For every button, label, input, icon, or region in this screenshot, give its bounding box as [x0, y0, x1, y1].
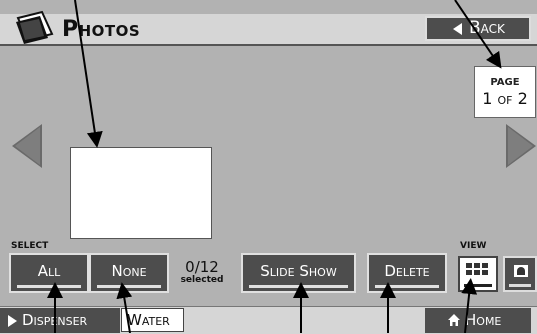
delete-label: Delete: [384, 262, 430, 280]
page-of: OF: [497, 94, 513, 107]
button-underline: [464, 284, 492, 287]
select-none-button[interactable]: None: [89, 253, 169, 293]
select-all-label: All: [37, 262, 61, 280]
slide-show-button[interactable]: Slide Show: [241, 253, 356, 293]
prev-page-arrow-icon[interactable]: [12, 124, 42, 168]
title-bar: Photos Back: [0, 10, 537, 46]
grid-view-button[interactable]: [458, 256, 498, 292]
bottom-bar: Dispenser Water Home: [0, 306, 537, 334]
home-button[interactable]: Home: [425, 308, 531, 333]
page-indicator-label: PAGE: [490, 77, 520, 88]
photos-icon: [16, 10, 54, 44]
water-label: Water: [127, 311, 170, 329]
page-indicator: PAGE 1 OF 2: [474, 66, 536, 118]
back-button-label: Back: [469, 18, 505, 38]
dispenser-button[interactable]: Dispenser: [0, 308, 120, 333]
play-triangle-icon: [8, 315, 17, 327]
select-section-label: SELECT: [11, 241, 49, 251]
single-view-button[interactable]: [503, 256, 537, 292]
view-section-label: VIEW: [460, 241, 487, 251]
page-total: 2: [517, 89, 528, 108]
selected-count-caption: selected: [180, 275, 224, 285]
page-count: 1 OF 2: [475, 89, 535, 108]
single-photo-view-icon: [514, 265, 528, 277]
back-button[interactable]: Back: [425, 16, 531, 41]
home-icon: [448, 314, 460, 326]
next-page-arrow-icon[interactable]: [506, 124, 536, 168]
button-underline: [249, 285, 348, 288]
home-label: Home: [465, 311, 502, 329]
page-current: 1: [482, 89, 493, 108]
button-underline: [375, 285, 439, 288]
photos-screen: Photos Back PAGE 1 OF 2 SELECT All None …: [0, 0, 537, 334]
delete-button[interactable]: Delete: [367, 253, 447, 293]
back-triangle-icon: [453, 23, 462, 35]
slide-show-label: Slide Show: [260, 262, 337, 280]
button-underline: [97, 285, 161, 288]
selected-count: 0/12 selected: [172, 258, 232, 285]
photo-thumbnail[interactable]: [70, 147, 212, 239]
page-title: Photos: [62, 17, 141, 42]
button-underline: [509, 284, 531, 287]
selected-count-value: 0/12: [185, 258, 219, 276]
dispenser-label: Dispenser: [22, 311, 88, 329]
button-underline: [17, 285, 81, 288]
select-all-button[interactable]: All: [9, 253, 89, 293]
select-none-label: None: [111, 262, 147, 280]
water-button[interactable]: Water: [121, 308, 184, 332]
